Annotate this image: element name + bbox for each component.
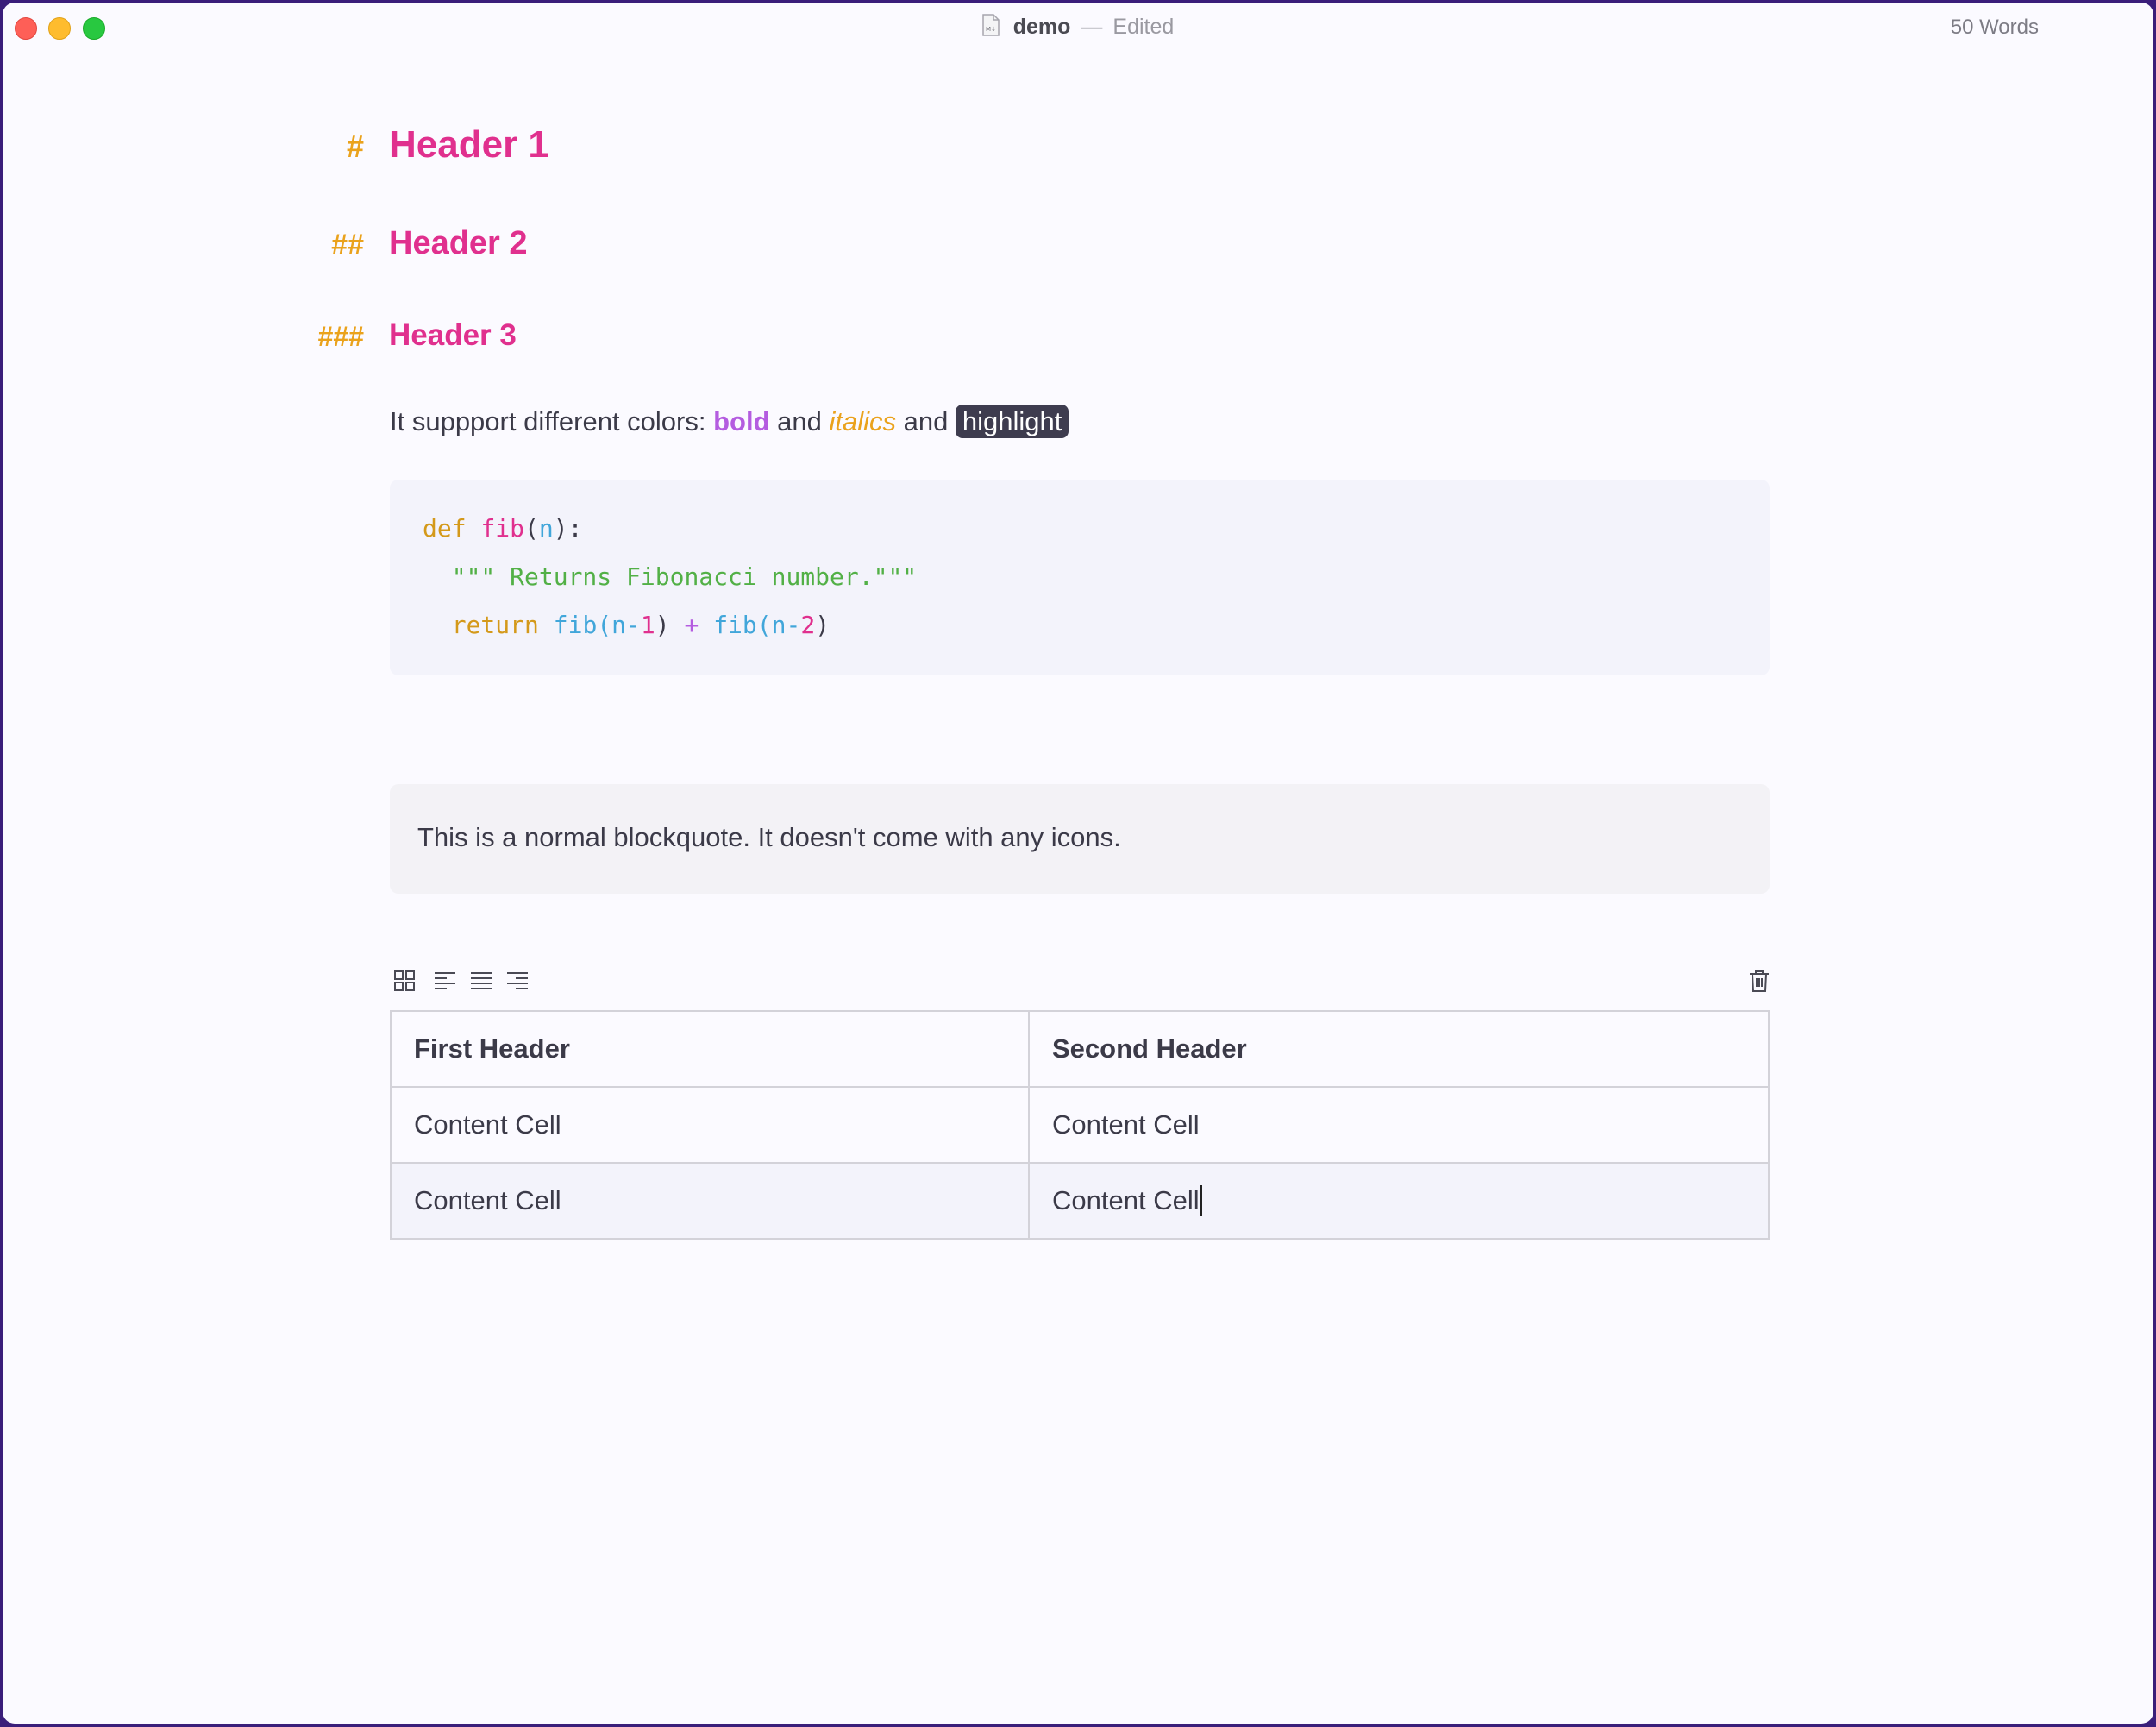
code-arg: (n- (756, 611, 801, 639)
code-keyword: def (423, 514, 467, 543)
code-keyword: return (451, 611, 539, 639)
code-punct: ) (655, 611, 670, 639)
paragraph[interactable]: It suppport different colors: bold and i… (390, 405, 1069, 438)
code-block[interactable]: def fib(n): """ Returns Fibonacci number… (390, 480, 1770, 675)
code-function-name: fib (480, 514, 525, 543)
table-header-cell[interactable]: First Header (390, 1010, 1030, 1088)
h2-marker: ## (331, 229, 364, 261)
code-line: """ Returns Fibonacci number.""" (423, 562, 917, 591)
code-punct: ): (553, 514, 583, 543)
table-cell[interactable]: Content Cell (390, 1086, 1030, 1164)
code-docstring: """ Returns Fibonacci number.""" (451, 562, 918, 591)
blockquote-text: This is a normal blockquote. It doesn't … (417, 822, 1121, 852)
editor-window: M↓ demo — Edited 50 Words # Header 1 ## He… (3, 3, 2153, 1724)
table-row: Content Cell Content Cell (390, 1086, 1770, 1164)
heading-2[interactable]: Header 2 (389, 225, 528, 262)
text-cursor (1200, 1185, 1202, 1216)
highlight-text: highlight (955, 405, 1069, 438)
code-number: 1 (640, 611, 655, 639)
trash-icon[interactable] (1747, 969, 1771, 993)
code-operator: + (684, 611, 699, 639)
align-left-icon[interactable] (433, 969, 457, 993)
table-header-row: First Header Second Header (390, 1010, 1770, 1088)
code-call: fib (553, 611, 598, 639)
paragraph-and-2: and (895, 406, 956, 436)
markdown-table[interactable]: First Header Second Header Content Cell … (390, 1010, 1770, 1240)
table-grid-icon[interactable] (392, 969, 417, 993)
table-row: Content Cell Content Cell (390, 1162, 1770, 1240)
paragraph-and-1: and (769, 406, 830, 436)
blockquote[interactable]: This is a normal blockquote. It doesn't … (390, 784, 1770, 894)
code-punct: ( (524, 514, 539, 543)
heading-3[interactable]: Header 3 (389, 318, 517, 353)
italic-text: italics (829, 406, 896, 436)
code-line: def fib(n): (423, 514, 582, 543)
code-call: fib (713, 611, 757, 639)
table-cell-text: Content Cell (1052, 1185, 1200, 1215)
h1-marker: # (346, 129, 364, 164)
editor-content[interactable]: # Header 1 ## Header 2 ### Header 3 It s… (3, 3, 2153, 1724)
code-param: n (538, 514, 554, 543)
paragraph-text: It suppport different colors: (390, 406, 714, 436)
align-center-icon[interactable] (469, 969, 493, 993)
align-right-icon[interactable] (505, 969, 530, 993)
code-number: 2 (800, 611, 816, 639)
code-line: return fib(n-1) + fib(n-2) (423, 611, 830, 639)
bold-text: bold (713, 406, 770, 436)
table-cell-active[interactable]: Content Cell (1028, 1162, 1770, 1240)
table-cell[interactable]: Content Cell (390, 1162, 1030, 1240)
heading-1[interactable]: Header 1 (389, 123, 549, 166)
table-cell[interactable]: Content Cell (1028, 1086, 1770, 1164)
h3-marker: ### (317, 321, 364, 352)
table-header-cell[interactable]: Second Header (1028, 1010, 1770, 1088)
code-arg: (n- (597, 611, 641, 639)
code-punct: ) (815, 611, 830, 639)
